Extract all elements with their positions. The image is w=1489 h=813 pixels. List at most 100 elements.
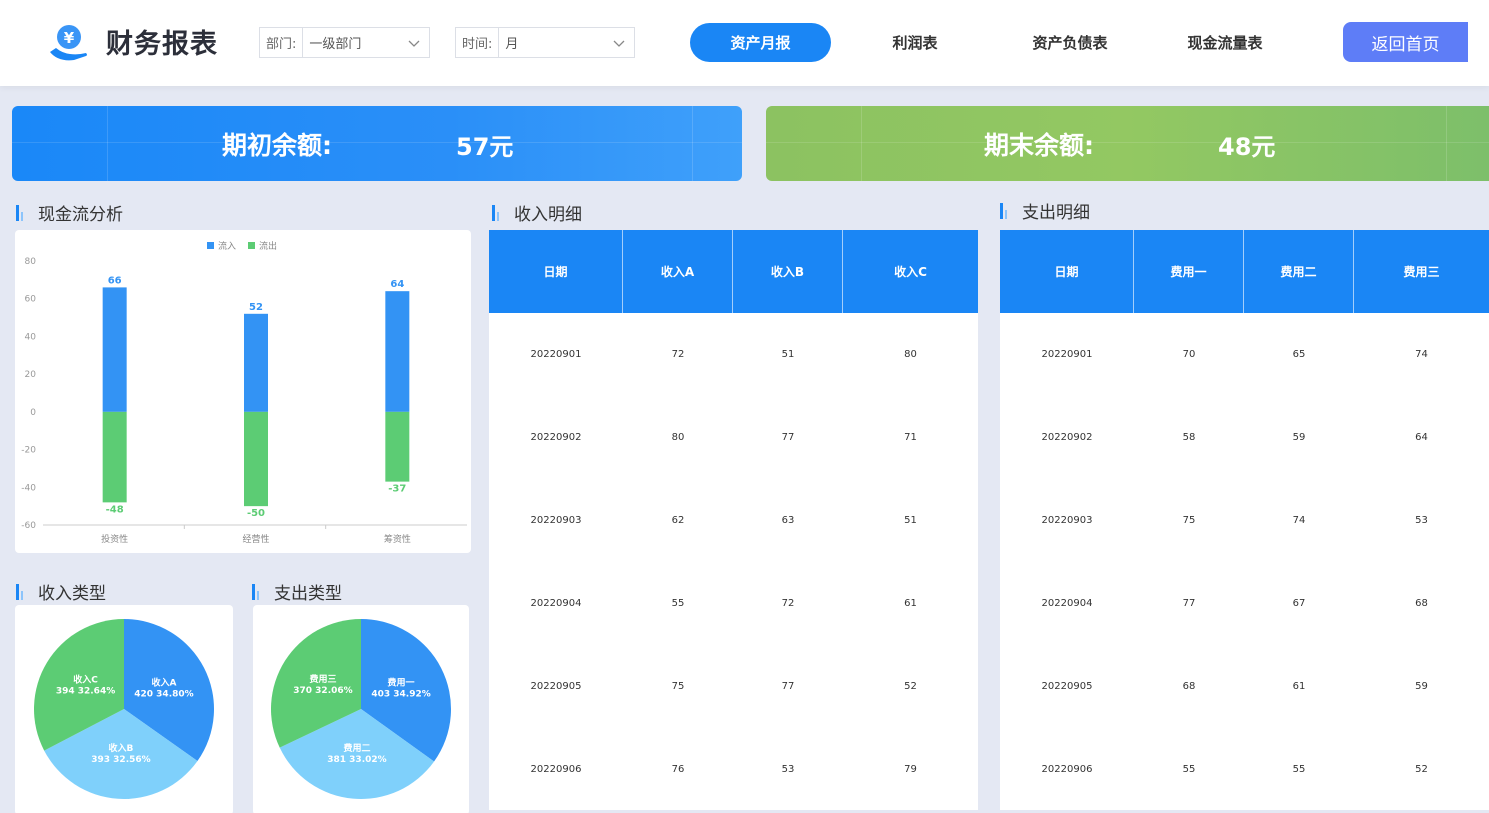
chart-legend: 流入 流出	[207, 240, 277, 252]
table-cell: 77	[781, 681, 795, 692]
table-row: 20220904 55 72 61	[489, 562, 978, 645]
y-tick-label: 0	[30, 408, 36, 418]
column-header: 收入C	[894, 265, 927, 279]
column-header: 收入A	[623, 230, 733, 313]
table-row: 20220903 75 74 53	[1000, 479, 1489, 562]
tab-profit-statement[interactable]: 利润表	[865, 23, 965, 62]
table-cell: 58	[1182, 432, 1196, 443]
pie-slice-name: 费用一	[388, 676, 415, 688]
table-cell: 75	[671, 681, 685, 692]
column-header: 日期	[1000, 230, 1134, 313]
income-detail-section-title: 收入明细	[492, 200, 582, 225]
table-row: 20220904 77 67 68	[1000, 562, 1489, 645]
table-cell: 53	[781, 764, 795, 775]
table-cell: 52	[904, 681, 917, 692]
table-cell: 20220905	[530, 681, 582, 692]
bar	[102, 287, 127, 412]
table-cell: 61	[1292, 681, 1306, 692]
table-cell: 55	[1182, 764, 1196, 775]
department-label: 部门:	[260, 28, 304, 57]
income-type-panel: 收入A 420 34.80% 收入B 393 32.56% 收入C 394 32.64%	[15, 605, 233, 813]
table-cell: 20220906	[530, 764, 582, 775]
table-cell: 63	[781, 515, 795, 526]
table-row: 20220901 70 65 74	[1000, 313, 1489, 396]
cashflow-chart-panel: 流入 流出 80 60 40 20 0 -20 -40 -60 投资性 66 -48 经营性 52 -50 筹资…	[15, 230, 471, 553]
cashflow-bar-chart: 流入 流出 80 60 40 20 0 -20 -40 -60 投资性 66 -48 经营性 52 -50 筹资…	[21, 240, 467, 545]
expense-type-panel: 费用一 403 34.92% 费用二 381 33.02% 费用三 370 32.06%	[253, 605, 469, 813]
table-row: 20220902 58 59 64	[1000, 396, 1489, 479]
table-cell: 20220904	[1041, 598, 1093, 609]
y-tick-label: -60	[21, 521, 36, 531]
table-row: 20220905 75 77 52	[489, 645, 978, 728]
table-cell: 74	[1415, 349, 1428, 360]
table-cell: 64	[1415, 432, 1428, 443]
bar	[385, 411, 410, 482]
pie-slice-name: 收入C	[73, 674, 98, 686]
table-cell: 51	[781, 349, 795, 360]
tab-asset-monthly[interactable]: 资产月报	[690, 23, 831, 62]
table-cell: 68	[1415, 598, 1428, 609]
pie-slice-name: 费用三	[309, 673, 336, 685]
table-cell: 74	[1292, 515, 1306, 526]
closing-balance-label: 期末余额:	[984, 131, 1094, 160]
chevron-down-icon	[613, 40, 625, 47]
pie-slice-value: 394 32.64%	[56, 687, 115, 697]
table-cell: 55	[671, 598, 685, 609]
table-cell: 59	[1292, 432, 1306, 443]
income-type-section-title: 收入类型	[16, 579, 106, 604]
table-row: 20220902 80 77 71	[489, 396, 978, 479]
table-cell: 68	[1182, 681, 1196, 692]
table-cell: 62	[671, 515, 685, 526]
bar-value-label: -48	[106, 504, 124, 515]
opening-balance-card: 期初余额: 57元	[12, 106, 742, 181]
finance-logo-icon: ¥	[50, 25, 87, 61]
pie-slice-value: 420 34.80%	[134, 689, 193, 699]
table-cell: 80	[671, 432, 685, 443]
pie-slice-name: 收入B	[109, 742, 134, 754]
pie-slice-name: 费用二	[343, 742, 370, 754]
time-select[interactable]: 时间: 月	[455, 27, 635, 58]
bar-value-label: 64	[390, 279, 404, 290]
closing-balance-card: 期末余额: 48元	[766, 106, 1489, 181]
y-tick-label: 60	[25, 295, 37, 305]
table-cell: 67	[1292, 598, 1306, 609]
table-cell: 77	[1182, 598, 1196, 609]
x-tick-label: 经营性	[242, 533, 269, 545]
table-cell: 70	[1182, 349, 1196, 360]
table-cell: 65	[1292, 349, 1306, 360]
tab-balance-sheet[interactable]: 资产负债表	[1015, 23, 1125, 62]
y-tick-label: 40	[25, 332, 37, 342]
column-header: 费用一	[1134, 230, 1244, 313]
y-tick-label: 20	[25, 370, 37, 380]
pie-slice-value: 403 34.92%	[371, 689, 430, 699]
column-header: 日期	[489, 230, 623, 313]
bar	[102, 411, 127, 503]
expense-table-header: 日期 费用一 费用二 费用三	[1000, 230, 1489, 313]
tab-cashflow-statement[interactable]: 现金流量表	[1170, 23, 1280, 62]
table-cell: 20220906	[1041, 764, 1093, 775]
x-tick-label: 筹资性	[384, 533, 411, 545]
table-row: 20220901 72 51 80	[489, 313, 978, 396]
bar-value-label: 52	[249, 302, 263, 313]
table-cell: 20220901	[1041, 349, 1093, 360]
time-label: 时间:	[456, 28, 500, 57]
department-select[interactable]: 部门: 一级部门	[259, 27, 430, 58]
y-tick-label: -20	[21, 446, 36, 456]
closing-balance-value: 48元	[1218, 133, 1276, 161]
back-home-button[interactable]: 返回首页	[1343, 22, 1468, 62]
y-tick-label: -40	[21, 483, 36, 493]
bar	[385, 291, 410, 412]
pie-slice-value: 370 32.06%	[293, 686, 352, 696]
column-header: 费用二	[1244, 230, 1354, 313]
expense-type-pie-chart: 费用一403 34.92% 费用二381 33.02% 费用三370 32.06%	[271, 619, 451, 799]
bar	[244, 411, 268, 507]
table-cell: 20220903	[1041, 515, 1093, 526]
bar-value-label: -37	[388, 484, 406, 495]
table-cell: 72	[781, 598, 795, 609]
table-row: 20220906 55 55 52	[1000, 728, 1489, 811]
table-cell: 71	[904, 432, 917, 443]
bar-value-label: 66	[108, 275, 122, 286]
table-cell: 77	[781, 432, 795, 443]
y-tick-label: 80	[25, 257, 37, 267]
table-row: 20220906 76 53 79	[489, 728, 978, 811]
